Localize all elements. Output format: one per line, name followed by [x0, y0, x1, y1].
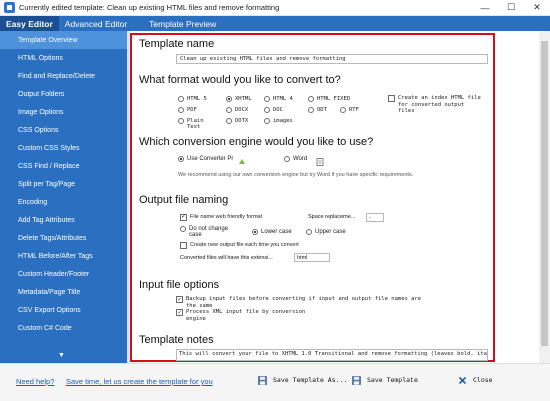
save-as-icon [258, 375, 267, 385]
sidebar: Template Overview HTML Options Find and … [0, 31, 127, 363]
word-document-icon [316, 158, 324, 166]
case-option-lower[interactable]: Lower case [252, 229, 292, 235]
sidebar-item-custom-csharp[interactable]: Custom C# Code [0, 319, 127, 337]
window-title: Currently edited template: Clean up exis… [19, 3, 280, 12]
format-option-rtf[interactable]: RTF [340, 107, 359, 113]
format-option-pdf[interactable]: PDF [178, 107, 197, 113]
save-template-as-button[interactable]: Save Template As... [258, 374, 347, 386]
tab-template-preview[interactable]: Template Preview [143, 16, 222, 31]
format-option-html4[interactable]: HTML 4 [264, 96, 293, 102]
sidebar-item-output-folders[interactable]: Output Folders [0, 85, 127, 103]
sidebar-item-split-per-tag[interactable]: Split per Tag/Page [0, 175, 127, 193]
sidebar-item-template-overview[interactable]: Template Overview [0, 31, 127, 49]
sidebar-item-find-replace[interactable]: Find and Replace/Delete [0, 67, 127, 85]
format-option-doc[interactable]: DOC [264, 107, 283, 113]
radio-icon [178, 118, 184, 124]
app-icon [4, 2, 15, 13]
format-option-docx[interactable]: DOCX [226, 107, 248, 113]
radio-icon [340, 107, 346, 113]
format-option-odt[interactable]: ODT [308, 107, 327, 113]
format-option-xhtml[interactable]: XHTML [226, 96, 252, 102]
new-output-file-checkbox[interactable]: Create new output file each time you con… [180, 242, 299, 249]
sidebar-item-html-options[interactable]: HTML Options [0, 49, 127, 67]
footer-bar: Need help? Save time, let us create the … [0, 363, 550, 401]
format-option-html-fixed[interactable]: HTML FIXED [308, 96, 350, 102]
window-titlebar: Currently edited template: Clean up exis… [0, 0, 550, 16]
input-options-heading: Input file options [139, 279, 220, 291]
radio-icon [226, 107, 232, 113]
template-name-input[interactable]: Clean up existing HTML files and remove … [176, 54, 488, 64]
radio-icon [308, 107, 314, 113]
space-replacement-input[interactable]: - [366, 213, 384, 222]
format-heading: What format would you like to convert to… [139, 74, 341, 86]
case-option-upper[interactable]: Upper case [306, 229, 346, 235]
engine-option-converter[interactable]: Use Converter Pr [178, 156, 238, 162]
format-option-dotx[interactable]: DOTX [226, 118, 248, 124]
checkbox-checked-icon: ✓ [180, 214, 187, 221]
checkbox-icon [180, 242, 187, 249]
converter-engine-icon [239, 159, 245, 164]
radio-icon [226, 118, 232, 124]
radio-icon [178, 96, 184, 102]
radio-icon [264, 118, 270, 124]
save-template-button[interactable]: Save Template [352, 374, 418, 386]
sidebar-item-encoding[interactable]: Encoding [0, 193, 127, 211]
create-template-for-you-link[interactable]: Save time, let us create the template fo… [66, 377, 213, 386]
radio-icon [284, 156, 290, 162]
engine-option-word[interactable]: Word [284, 156, 312, 162]
radio-icon [180, 226, 186, 232]
close-icon [458, 376, 467, 384]
format-option-images[interactable]: images [264, 118, 293, 124]
radio-selected-icon [252, 229, 258, 235]
radio-icon [178, 107, 184, 113]
sidebar-scroll-down-icon[interactable]: ▼ [58, 352, 65, 359]
naming-heading: Output file naming [139, 194, 229, 206]
radio-icon [264, 107, 270, 113]
checkbox-checked-icon: ✓ [176, 296, 183, 303]
web-friendly-checkbox[interactable]: ✓ File name web friendly format [180, 214, 262, 221]
engine-recommendation-note: We recommend using our own conversion en… [178, 172, 414, 178]
sidebar-item-delete-tags[interactable]: Delete Tags/Attributes [0, 229, 127, 247]
scrollbar-thumb[interactable] [541, 41, 548, 346]
minimize-button[interactable]: — [472, 0, 498, 16]
extension-label: Converted files will have this extensi..… [180, 255, 273, 261]
template-name-heading: Template name [139, 38, 215, 50]
tab-easy-editor[interactable]: Easy Editor [0, 16, 59, 31]
close-window-button[interactable]: ✕ [524, 0, 550, 16]
case-option-no-change[interactable]: Do not change case [180, 226, 230, 238]
radio-icon [264, 96, 270, 102]
template-notes-textarea[interactable]: This will convert your file to XHTML 1.0… [176, 349, 488, 361]
index-html-checkbox[interactable]: Create an index HTML file for converted … [388, 95, 484, 115]
content-scrollbar[interactable] [539, 31, 550, 363]
sidebar-item-css-options[interactable]: CSS Options [0, 121, 127, 139]
radio-selected-icon [226, 96, 232, 102]
format-option-html5[interactable]: HTML 5 [178, 96, 207, 102]
sidebar-item-add-tag-attributes[interactable]: Add Tag Attributes [0, 211, 127, 229]
template-notes-heading: Template notes [139, 334, 214, 346]
engine-heading: Which conversion engine would you like t… [139, 136, 374, 148]
radio-icon [306, 229, 312, 235]
sidebar-item-image-options[interactable]: Image Options [0, 103, 127, 121]
radio-selected-icon [178, 156, 184, 162]
radio-icon [308, 96, 314, 102]
checkbox-checked-icon: ✓ [176, 309, 183, 316]
extension-input[interactable]: html [294, 253, 330, 262]
sidebar-item-custom-header-footer[interactable]: Custom Header/Footer [0, 265, 127, 283]
sidebar-item-metadata-page-title[interactable]: Metadata/Page Title [0, 283, 127, 301]
close-button[interactable]: Close [458, 374, 493, 386]
sidebar-item-csv-export[interactable]: CSV Export Options [0, 301, 127, 319]
sidebar-item-html-before-after[interactable]: HTML Before/After Tags [0, 247, 127, 265]
sidebar-item-css-find-replace[interactable]: CSS Find / Replace [0, 157, 127, 175]
save-icon [352, 375, 361, 385]
checkbox-icon [388, 95, 395, 102]
tab-advanced-editor[interactable]: Advanced Editor [59, 16, 133, 31]
maximize-button[interactable]: ☐ [498, 0, 524, 16]
backup-input-checkbox[interactable]: ✓ Backup input files before converting if… [176, 296, 426, 309]
format-option-plain-text[interactable]: Plain Text [178, 118, 208, 130]
main-tabbar: Easy Editor Advanced Editor Template Pre… [0, 16, 550, 31]
process-xml-checkbox[interactable]: ✓ Process XML input file by conversion en… [176, 309, 316, 322]
space-replacement-label: Space replaceme... [308, 214, 356, 220]
need-help-link[interactable]: Need help? [16, 377, 54, 386]
sidebar-item-custom-css-styles[interactable]: Custom CSS Styles [0, 139, 127, 157]
